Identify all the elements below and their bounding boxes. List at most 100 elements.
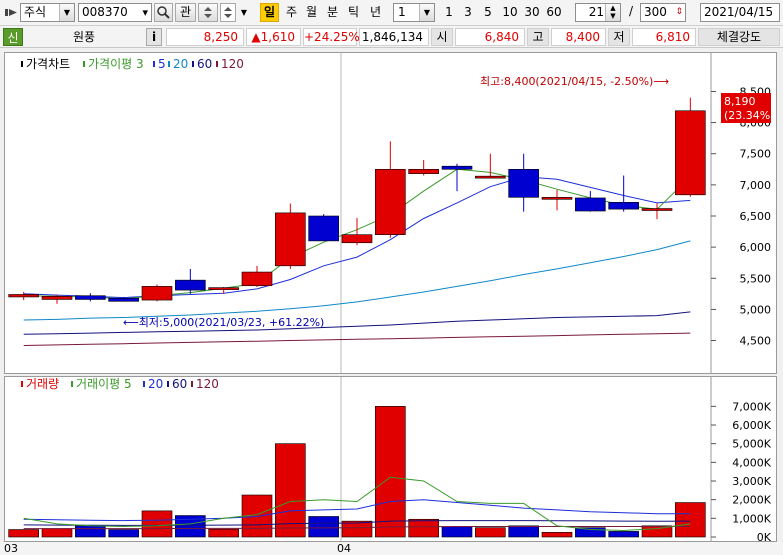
chart-window: 주식 ▼ 008370 ▾ 관 ▼ 일 주 월 분 틱 년 1 ▼ 1 3 5 … — [0, 0, 783, 555]
low-label: 저 — [608, 28, 630, 46]
strength-button[interactable]: 체결강도 — [698, 28, 780, 46]
scroll-button[interactable] — [198, 3, 218, 22]
date-label-april: 04 — [337, 542, 351, 555]
search-button[interactable] — [154, 3, 173, 22]
volume-tick-label: 0K — [757, 531, 772, 542]
count-arrows-icon[interactable]: ⇕ — [675, 4, 683, 21]
price-tick-label: 6,000 — [740, 241, 772, 254]
chevron-down-icon[interactable]: ▼ — [419, 4, 434, 21]
candle-body — [75, 295, 106, 300]
legend-price: 가격차트 — [26, 57, 70, 71]
volume-chart: 7,000K 6,000K 5,000K 4,000K 3,000K 2,000K 1,00… — [8, 377, 772, 542]
legend-ma3: 가격이평 3 — [88, 57, 144, 71]
count-separator: / — [628, 4, 634, 18]
price-tick-label: 4,500 — [740, 335, 772, 348]
volume-bar — [441, 526, 473, 538]
volume-bar — [308, 516, 339, 538]
period-tab-1[interactable]: 주 — [282, 3, 301, 22]
period-tab-5[interactable]: 년 — [366, 3, 385, 22]
legend-ma60: 60 — [197, 57, 212, 71]
legend-volume: 거래량 — [26, 377, 59, 391]
display-count-input[interactable]: 21 ▲ ▼ — [575, 3, 621, 22]
price-tick-label: 6,500 — [740, 210, 772, 223]
price-legend: 가격차트 가격이평 3 5 20 60 120 — [21, 57, 244, 71]
quote-bar: 신 원풍 i 8,250 ▲1,610 +24.25% 1,846,134 시 … — [0, 26, 783, 48]
volume-bar — [108, 529, 139, 538]
legend-vol-ma120: 120 — [196, 377, 219, 391]
date-value: 2021/04/15 — [704, 5, 774, 19]
low-value: 6,810 — [632, 28, 696, 46]
interval-btn-0[interactable]: 1 — [442, 3, 456, 22]
volume-tick-label: 4,000K — [732, 456, 771, 469]
interval-btn-2[interactable]: 5 — [481, 3, 495, 22]
price-chart-panel[interactable]: 8,500 8,000 7,500 7,000 6,500 6,000 5,500 5,000… — [4, 52, 777, 374]
candle-body — [541, 197, 573, 200]
period-tab-4[interactable]: 틱 — [344, 3, 363, 22]
candle-body — [308, 215, 339, 242]
date-axis: 03 04 — [0, 542, 783, 555]
chevron-down-icon[interactable]: ▼ — [59, 4, 74, 21]
high-label: 고 — [527, 28, 549, 46]
scroll-arrows-icon — [204, 7, 212, 18]
interval-btn-3[interactable]: 10 — [500, 3, 520, 22]
open-value: 6,840 — [455, 28, 525, 46]
code-dropdown-icon[interactable]: ▾ — [142, 4, 148, 21]
vol-ma20-line — [23, 499, 691, 522]
ma20-line — [23, 240, 691, 321]
candle-body — [275, 212, 306, 267]
volume-tick-label: 6,000K — [732, 419, 771, 432]
candle-body — [608, 202, 639, 210]
volume-legend: 거래량 거래이평 5 20 60 120 — [21, 377, 219, 391]
price-chart: 8,5008,0007,5007,0006,5006,0005,5005,000… — [8, 53, 775, 373]
volume-bar — [208, 528, 239, 538]
watchlist-button[interactable]: 관 — [175, 3, 196, 22]
list-arrow-icon[interactable] — [4, 3, 19, 22]
candle-body — [341, 234, 373, 244]
legend-ma5: 5 — [158, 57, 166, 71]
volume-tick-label: 7,000K — [732, 400, 771, 413]
credit-badge: 신 — [3, 28, 23, 46]
price-tick-label: 5,500 — [740, 272, 772, 285]
open-label: 시 — [431, 28, 453, 46]
price-tick-label: 7,000 — [740, 179, 772, 192]
volume-bar — [8, 529, 39, 538]
interval-btn-4[interactable]: 30 — [522, 3, 542, 22]
date-input[interactable]: 2021/04/15 — [700, 3, 780, 22]
stock-name: 원풍 — [72, 30, 96, 44]
ma120-line — [23, 332, 691, 346]
candle-body — [675, 110, 706, 196]
period-tab-2[interactable]: 월 — [302, 3, 321, 22]
interval-btn-5[interactable]: 60 — [544, 3, 564, 22]
interval-btn-1[interactable]: 3 — [461, 3, 475, 22]
legend-vol-ma20: 20 — [148, 377, 163, 391]
toolbar: 주식 ▼ 008370 ▾ 관 ▼ 일 주 월 분 틱 년 1 ▼ 1 3 5 … — [0, 0, 783, 26]
volume-value: 1,846,134 — [359, 28, 429, 46]
interval-select[interactable]: 1 ▼ — [393, 3, 435, 22]
volume-tick-label: 3,000K — [732, 475, 771, 488]
legend-ma120: 120 — [221, 57, 244, 71]
volume-bar — [475, 527, 506, 538]
candle-body — [408, 168, 439, 174]
magnifier-icon — [157, 6, 170, 19]
date-label-march: 03 — [4, 542, 18, 555]
total-count-input[interactable]: 300 ⇕ — [640, 3, 686, 22]
settings-dropdown-icon[interactable]: ▼ — [238, 3, 250, 22]
info-icon[interactable]: i — [146, 28, 162, 46]
candle-body — [575, 197, 606, 212]
volume-bar — [141, 510, 173, 538]
high-annotation: 최고:8,400(2021/04/15, -2.50%)⟶ — [480, 75, 669, 88]
stock-code-input[interactable]: 008370 ▾ — [78, 3, 152, 22]
candle-body — [441, 165, 473, 170]
candle-body — [508, 168, 539, 198]
market-select[interactable]: 주식 ▼ — [20, 3, 75, 22]
volume-chart-panel[interactable]: 7,000K 6,000K 5,000K 4,000K 3,000K 2,000K 1,00… — [4, 376, 777, 542]
period-tab-3[interactable]: 분 — [323, 3, 342, 22]
display-count-value: 21 — [588, 5, 604, 19]
volume-tick-label: 5,000K — [732, 438, 771, 451]
candle-body — [8, 294, 39, 298]
period-tab-0[interactable]: 일 — [260, 3, 279, 22]
count-spinner-icon[interactable]: ▲ ▼ — [605, 4, 620, 21]
price-change: ▲1,610 — [246, 28, 301, 46]
zoom-spinner[interactable] — [220, 3, 236, 22]
candle-body — [108, 297, 139, 302]
